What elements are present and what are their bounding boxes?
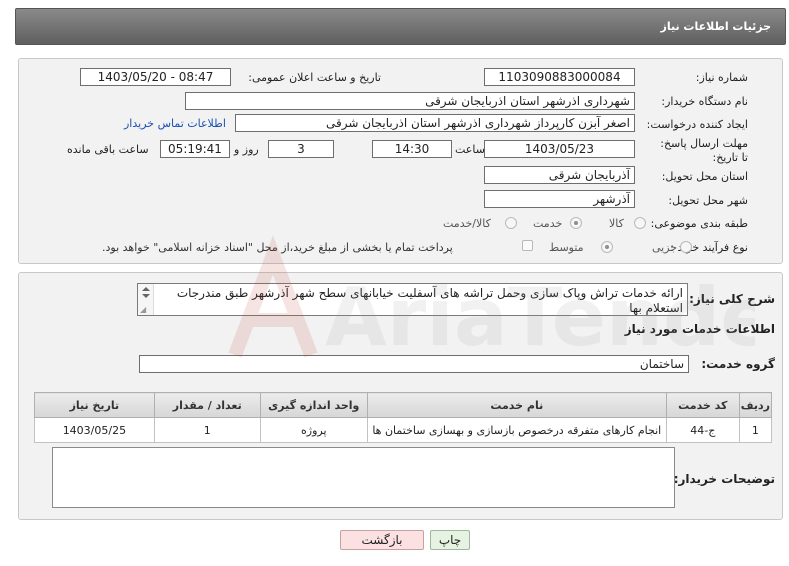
services-section-title: اطلاعات خدمات مورد نیاز xyxy=(624,322,775,336)
requester-field[interactable]: اصغر آبزن کارپرداز شهرداری اذرشهر استان … xyxy=(235,114,635,132)
service-group-label: گروه خدمت: xyxy=(701,357,775,371)
announce-datetime-label: تاریخ و ساعت اعلان عمومی: xyxy=(248,71,381,84)
treasury-note: پرداخت تمام یا بخشی از مبلغ خرید،از محل … xyxy=(102,241,453,254)
need-summary-label: شرح کلی نیاز: xyxy=(689,292,775,306)
col-unit: واحد اندازه گیری xyxy=(259,392,368,418)
resize-grip-icon[interactable]: ◢ xyxy=(140,306,146,314)
purchase-radio-minor[interactable] xyxy=(680,241,692,253)
col-row-number: ردیف xyxy=(738,392,773,418)
need-summary-text: ارائه خدمات تراش وپاک سازی وحمل تراشه ها… xyxy=(176,286,683,315)
deadline-label-text: مهلت ارسال پاسخ: تا تاریخ: xyxy=(660,137,748,164)
cell-quantity: 1 xyxy=(153,417,261,443)
cell-service-code: ج-44 xyxy=(665,417,740,443)
days-label: روز و xyxy=(234,143,259,156)
need-number-label: شماره نیاز: xyxy=(695,71,748,84)
col-service-name: نام خدمت xyxy=(366,392,667,418)
treasury-checkbox[interactable] xyxy=(522,240,533,251)
purchase-option-minor: جزیی xyxy=(652,241,678,254)
back-button[interactable]: بازگشت xyxy=(340,530,424,550)
buyer-org-label: نام دستگاه خریدار: xyxy=(661,95,748,108)
cell-unit: پروژه xyxy=(259,417,368,443)
col-service-code: کد خدمت xyxy=(665,392,740,418)
service-group-field[interactable]: ساختمان xyxy=(139,355,689,373)
scroll-down-icon[interactable] xyxy=(142,294,150,298)
deadline-time-field[interactable]: 14:30 xyxy=(372,140,452,158)
announce-datetime-field[interactable]: 1403/05/20 - 08:47 xyxy=(80,68,231,86)
category-option-service: خدمت xyxy=(533,217,563,230)
remaining-time-field[interactable]: 05:19:41 xyxy=(160,140,230,158)
col-quantity: تعداد / مقدار xyxy=(153,392,261,418)
deadline-time-label: ساعت xyxy=(455,143,485,156)
cell-need-date: 1403/05/25 xyxy=(34,417,155,443)
scroll-up-icon[interactable] xyxy=(142,287,150,291)
category-option-goods-service: کالا/خدمت xyxy=(443,217,491,230)
col-need-date: تاریخ نیاز xyxy=(34,392,155,418)
buyer-org-field[interactable]: شهرداری اذرشهر استان اذربایجان شرقی xyxy=(185,92,635,110)
cell-service-name: انجام کارهای متفرقه درخصوص بازسازی و بهس… xyxy=(366,417,667,443)
services-table: ردیف کد خدمت نام خدمت واحد اندازه گیری ت… xyxy=(34,392,773,443)
need-summary-textarea[interactable]: ارائه خدمات تراش وپاک سازی وحمل تراشه ها… xyxy=(137,283,688,316)
province-label: استان محل تحویل: xyxy=(661,170,748,183)
page-title: جزئیات اطلاعات نیاز xyxy=(660,20,772,33)
cell-row-number: 1 xyxy=(738,417,773,443)
buyer-notes-label: توضیحات خریدار: xyxy=(673,472,775,486)
category-label: طبقه بندی موضوعی: xyxy=(650,217,748,230)
province-field[interactable]: آذربایجان شرقی xyxy=(484,166,635,184)
print-button[interactable]: چاپ xyxy=(430,530,470,550)
page-header: جزئیات اطلاعات نیاز xyxy=(15,8,786,45)
need-number-field[interactable]: 1103090883000084 xyxy=(484,68,635,86)
buyer-contact-link[interactable]: اطلاعات تماس خریدار xyxy=(124,117,226,130)
days-remaining-field[interactable]: 3 xyxy=(268,140,334,158)
city-field[interactable]: آذرشهر xyxy=(484,190,635,208)
category-option-goods: کالا xyxy=(609,217,624,230)
purchase-radio-medium[interactable] xyxy=(601,241,613,253)
table-row[interactable]: 1 ج-44 انجام کارهای متفرقه درخصوص بازساز… xyxy=(34,417,773,443)
buyer-notes-textarea[interactable] xyxy=(52,447,675,508)
category-radio-goods-service[interactable] xyxy=(505,217,517,229)
category-radio-goods[interactable] xyxy=(634,217,646,229)
services-table-header: ردیف کد خدمت نام خدمت واحد اندازه گیری ت… xyxy=(34,392,773,418)
purchase-option-medium: متوسط xyxy=(549,241,584,254)
deadline-date-field[interactable]: 1403/05/23 xyxy=(484,140,635,158)
requester-label: ایجاد کننده درخواست: xyxy=(646,118,748,131)
city-label: شهر محل تحویل: xyxy=(668,194,748,207)
category-radio-service[interactable] xyxy=(570,217,582,229)
remaining-time-label: ساعت باقی مانده xyxy=(67,143,149,156)
deadline-label: مهلت ارسال پاسخ: تا تاریخ: xyxy=(658,137,748,165)
